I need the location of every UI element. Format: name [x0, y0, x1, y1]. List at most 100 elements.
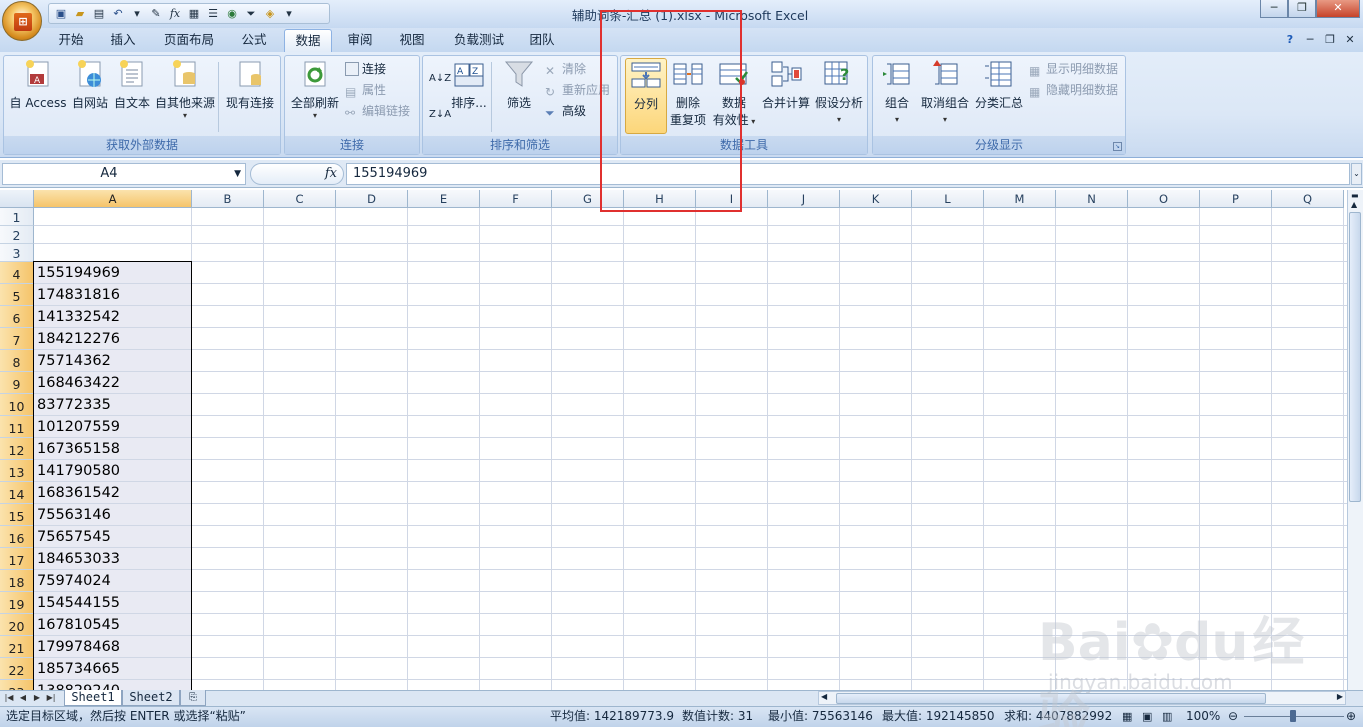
ribbon-close-icon[interactable]: ✕	[1342, 32, 1358, 48]
scroll-left-icon[interactable]: ◀	[821, 692, 827, 701]
list-icon[interactable]: ☰	[205, 6, 221, 22]
row-header[interactable]: 11	[0, 416, 34, 438]
sheet-tab-sheet2[interactable]: Sheet2	[122, 690, 180, 706]
help-icon[interactable]: ?	[1282, 32, 1298, 48]
column-header-b[interactable]: B	[192, 190, 264, 208]
edit-icon[interactable]: ✎	[148, 6, 164, 22]
row-header[interactable]: 19	[0, 592, 34, 614]
cell-a[interactable]: 184212276	[34, 328, 192, 350]
what-if-analysis-button[interactable]: ? 假设分析 ▾	[813, 58, 865, 125]
sort-button[interactable]: AZ 排序...	[451, 58, 487, 111]
chevron-down-icon[interactable]: ▾	[281, 6, 297, 22]
close-button[interactable]: ✕	[1316, 0, 1360, 18]
cell-a[interactable]: 184653033	[34, 548, 192, 570]
cell-a[interactable]: 168463422	[34, 372, 192, 394]
cell-a[interactable]: 154544155	[34, 592, 192, 614]
row-header[interactable]: 18	[0, 570, 34, 592]
tab-load-test[interactable]: 负载测试	[446, 29, 512, 52]
column-header-c[interactable]: C	[264, 190, 336, 208]
tab-view[interactable]: 视图	[390, 29, 434, 52]
scroll-split-icon[interactable]: ▬	[1351, 191, 1359, 200]
cell-a[interactable]	[34, 244, 192, 262]
row-header[interactable]: 15	[0, 504, 34, 526]
insert-function-icon[interactable]: fx	[325, 166, 337, 181]
tab-formulas[interactable]: 公式	[232, 29, 276, 52]
share-icon[interactable]: ◉	[224, 6, 240, 22]
cell-a[interactable]: 185734665	[34, 658, 192, 680]
tab-team[interactable]: 团队	[520, 29, 564, 52]
save-icon[interactable]: ▣	[53, 6, 69, 22]
tab-home[interactable]: 开始	[50, 29, 92, 52]
open-icon[interactable]: ▰	[72, 6, 88, 22]
cell-a[interactable]: 75714362	[34, 350, 192, 372]
row-header[interactable]: 2	[0, 226, 34, 244]
row-header[interactable]: 4	[0, 262, 34, 284]
row-header[interactable]: 20	[0, 614, 34, 636]
subtotal-button[interactable]: 分类汇总	[973, 58, 1025, 111]
tab-data[interactable]: 数据	[284, 29, 332, 52]
existing-connections-button[interactable]: 现有连接	[222, 58, 278, 111]
column-header-d[interactable]: D	[336, 190, 408, 208]
cell-a[interactable]: 83772335	[34, 394, 192, 416]
column-header-l[interactable]: L	[912, 190, 984, 208]
row-header[interactable]: 7	[0, 328, 34, 350]
office-button[interactable]: ⊞	[2, 1, 42, 41]
last-sheet-icon[interactable]: ▶|	[46, 691, 56, 704]
maximize-button[interactable]: ❐	[1288, 0, 1316, 18]
row-header[interactable]: 8	[0, 350, 34, 372]
redo-icon[interactable]: ▾	[129, 6, 145, 22]
filter-button[interactable]: 筛选	[499, 58, 539, 111]
cell-a[interactable]: 75657545	[34, 526, 192, 548]
cell-a[interactable]: 167810545	[34, 614, 192, 636]
expand-formula-bar-icon[interactable]: ⌄	[1351, 163, 1362, 185]
cell-a[interactable]: 141790580	[34, 460, 192, 482]
from-web-button[interactable]: 自网站	[68, 58, 112, 111]
cell-a[interactable]: 179978468	[34, 636, 192, 658]
name-box[interactable]: A4 ▼	[2, 163, 246, 185]
cell-a[interactable]: 75563146	[34, 504, 192, 526]
refresh-all-button[interactable]: 全部刷新 ▾	[287, 58, 343, 120]
row-header[interactable]: 1	[0, 208, 34, 226]
column-header-j[interactable]: J	[768, 190, 840, 208]
row-header[interactable]: 21	[0, 636, 34, 658]
row-header[interactable]: 22	[0, 658, 34, 680]
first-sheet-icon[interactable]: |◀	[4, 691, 14, 704]
cell-a[interactable]: 167365158	[34, 438, 192, 460]
minimize-button[interactable]: ─	[1260, 0, 1288, 18]
connections-button[interactable]: 连接	[345, 60, 386, 78]
cell-a[interactable]: 75974024	[34, 570, 192, 592]
row-header[interactable]: 17	[0, 548, 34, 570]
function-icon[interactable]: fx	[167, 6, 183, 22]
row-header[interactable]: 10	[0, 394, 34, 416]
chevron-down-icon[interactable]: ▼	[234, 164, 241, 184]
column-header-f[interactable]: F	[480, 190, 552, 208]
from-access-button[interactable]: A 自 Access	[6, 58, 70, 111]
grid-icon[interactable]: ▦	[186, 6, 202, 22]
macro-icon[interactable]: ◈	[262, 6, 278, 22]
column-header-e[interactable]: E	[408, 190, 480, 208]
select-all-corner[interactable]	[0, 190, 34, 208]
undo-icon[interactable]: ↶	[110, 6, 126, 22]
from-other-sources-button[interactable]: 自其他来源 ▾	[152, 58, 218, 120]
ribbon-minimize-icon[interactable]: ─	[1302, 32, 1318, 48]
row-header[interactable]: 5	[0, 284, 34, 306]
cell-a[interactable]: 138829240	[34, 680, 192, 690]
cell-a[interactable]	[34, 226, 192, 244]
formula-input[interactable]: 155194969	[346, 163, 1350, 185]
tab-page-layout[interactable]: 页面布局	[156, 29, 222, 52]
column-header-k[interactable]: K	[840, 190, 912, 208]
tab-review[interactable]: 审阅	[338, 29, 382, 52]
row-header[interactable]: 9	[0, 372, 34, 394]
consolidate-button[interactable]: 合并计算	[759, 58, 813, 111]
cell-a[interactable]: 101207559	[34, 416, 192, 438]
row-header[interactable]: 16	[0, 526, 34, 548]
sort-ascending-button[interactable]: A↓Z	[429, 70, 451, 88]
ungroup-button[interactable]: 取消组合 ▾	[919, 58, 971, 125]
next-sheet-icon[interactable]: ▶	[32, 691, 42, 704]
scroll-up-icon[interactable]: ▲	[1351, 200, 1357, 209]
dialog-launcher-icon[interactable]: ↘	[1113, 142, 1122, 151]
column-header-p[interactable]: P	[1200, 190, 1272, 208]
column-header-n[interactable]: N	[1056, 190, 1128, 208]
row-header[interactable]: 13	[0, 460, 34, 482]
insert-sheet-icon[interactable]: ⎘	[180, 690, 206, 706]
